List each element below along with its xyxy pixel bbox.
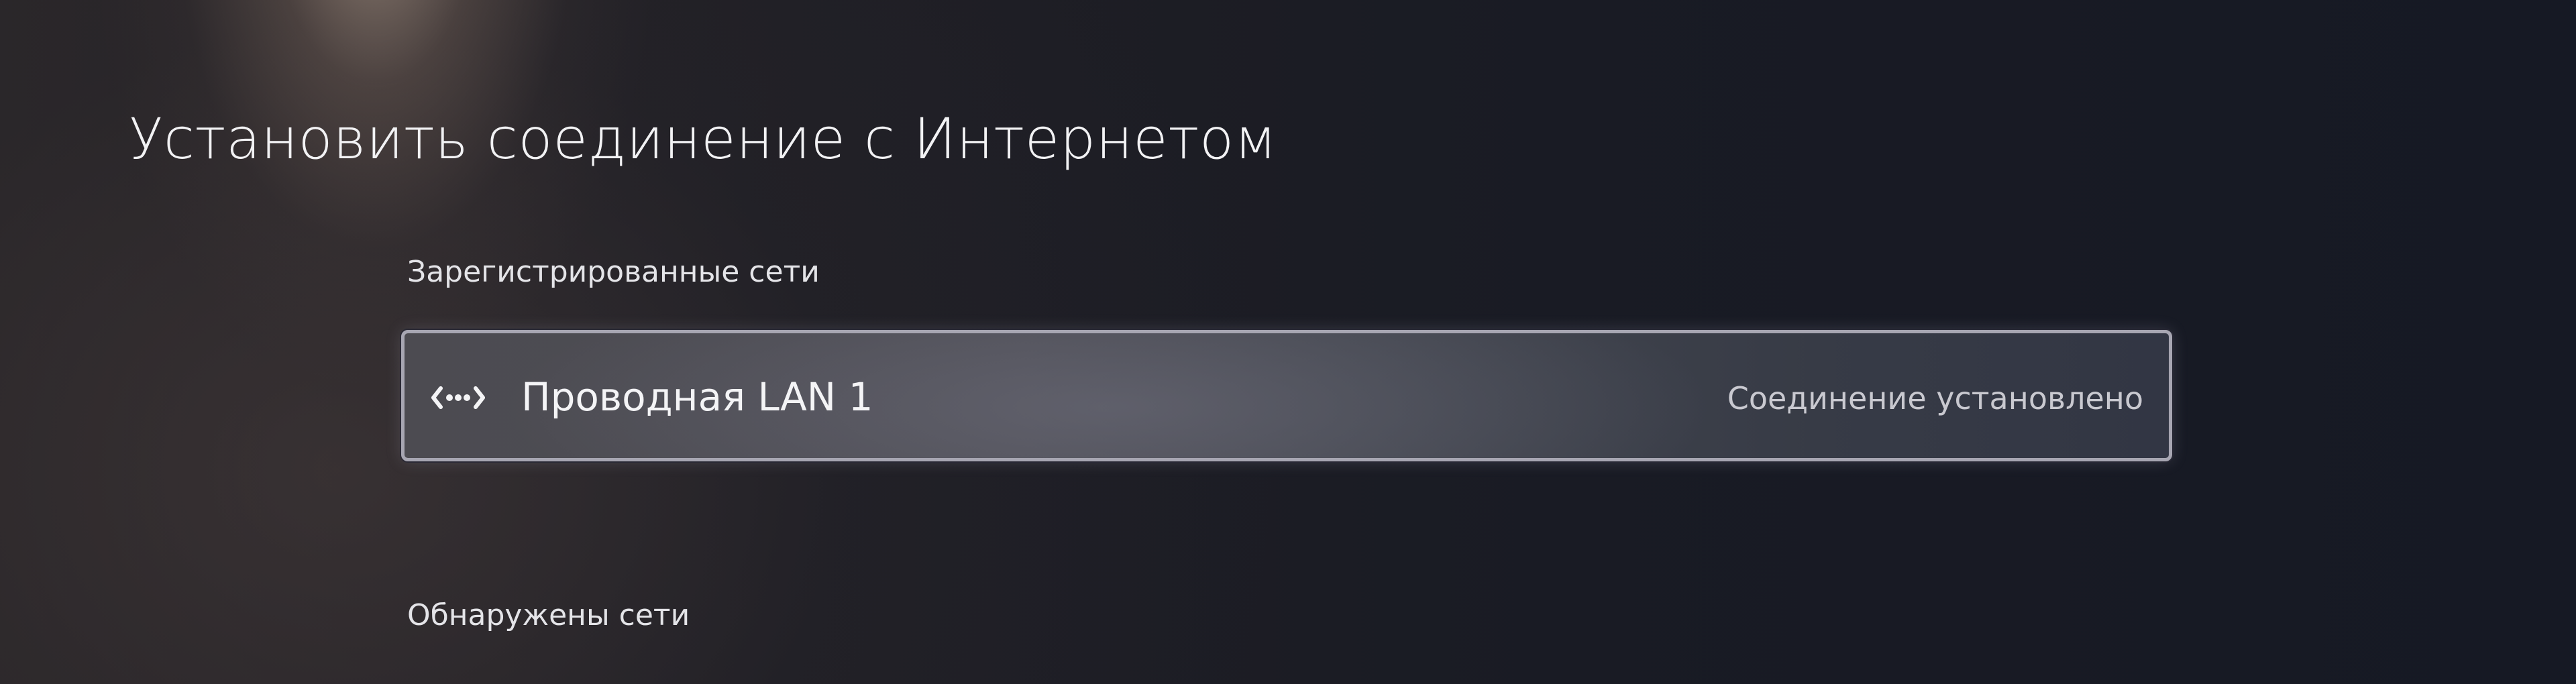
network-connection-status: Соединение установлено <box>1727 380 2143 416</box>
found-networks-heading: Обнаружены сети <box>407 598 690 632</box>
wired-lan-icon <box>431 386 485 409</box>
registered-networks-heading: Зарегистрированные сети <box>407 255 820 289</box>
page-title: Установить соединение с Интернетом <box>129 106 1277 172</box>
network-name: Проводная LAN 1 <box>521 374 873 420</box>
network-item-wired-lan-1[interactable]: Проводная LAN 1 Соединение установлено <box>401 330 2172 461</box>
